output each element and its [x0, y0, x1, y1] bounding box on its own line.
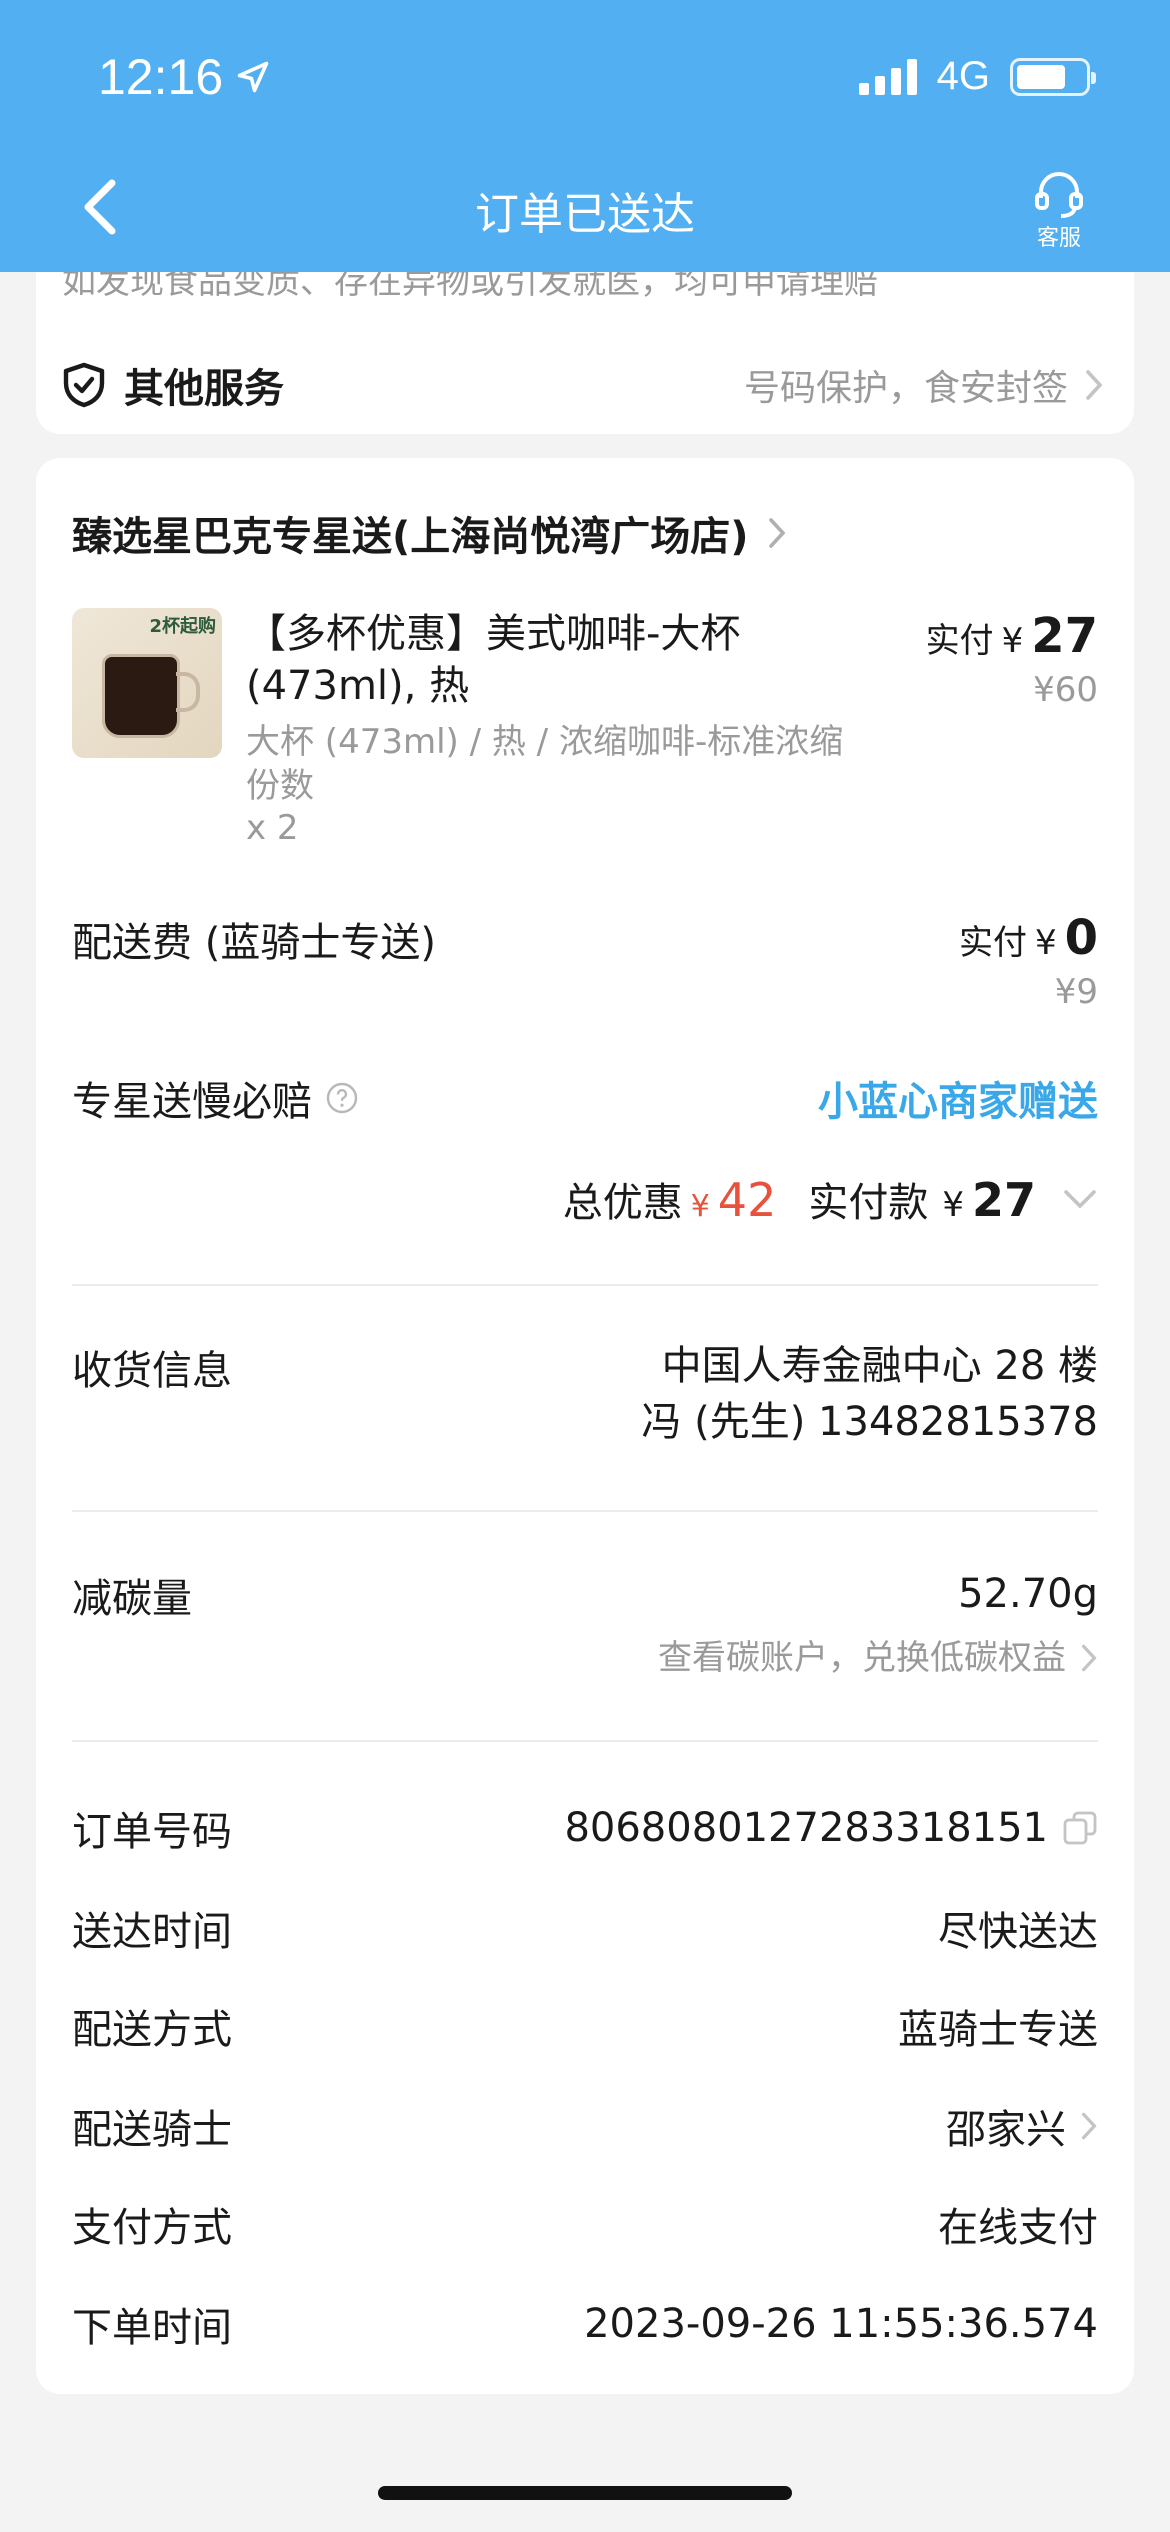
- delivery-fee-label: 配送费 (蓝骑士专送): [72, 920, 436, 966]
- chevron-right-icon: [768, 518, 786, 548]
- rider-row[interactable]: 配送骑士 邵家兴: [72, 2096, 1098, 2156]
- discount-label: 总优惠: [562, 1180, 683, 1226]
- actual-label: 实付款: [808, 1180, 929, 1226]
- order-card: 臻选星巴克专星送(上海尚悦湾广场店) 2杯起购 【多杯优惠】美式咖啡-大杯(47…: [36, 458, 1134, 2394]
- other-services-row[interactable]: 其他服务 号码保护，食安封签: [62, 350, 1104, 420]
- divider: [72, 1740, 1098, 1742]
- receiver-row: 收货信息 中国人寿金融中心 28 楼 冯 (先生) 13482815378: [72, 1338, 1098, 1448]
- carbon-account-text: 查看碳账户，兑换低碳权益: [658, 1638, 1066, 1678]
- paid-price: 27: [1031, 608, 1098, 664]
- location-arrow-icon: [237, 61, 269, 93]
- chevron-down-icon: [1064, 1190, 1096, 1209]
- discount-amount: 42: [717, 1173, 777, 1227]
- carbon-row: 减碳量 52.70g 查看碳账户，兑换低碳权益: [72, 1566, 1098, 1696]
- receiver-contact: 冯 (先生) 13482815378: [641, 1399, 1098, 1445]
- order-time-value: 2023-09-26 11:55:36.574: [584, 2301, 1098, 2347]
- other-services-detail: 号码保护，食安封签: [743, 368, 1068, 409]
- payment-method-label: 支付方式: [72, 2205, 232, 2251]
- payment-method-row: 支付方式 在线支付: [72, 2194, 1098, 2254]
- signal-icon: [858, 58, 917, 95]
- shield-check-icon: [63, 362, 105, 408]
- divider: [72, 1284, 1098, 1286]
- currency-symbol: ¥: [1001, 621, 1024, 661]
- rider-name: 邵家兴: [946, 2107, 1066, 2153]
- receiver-address: 中国人寿金融中心 28 楼: [661, 1343, 1098, 1389]
- chevron-right-icon: [1081, 1644, 1097, 1672]
- delivery-method-row: 配送方式 蓝骑士专送: [72, 1996, 1098, 2056]
- order-time-row: 下单时间 2023-09-26 11:55:36.574: [72, 2294, 1098, 2354]
- discount-currency: ¥: [690, 1189, 710, 1224]
- delivery-time-label: 送达时间: [72, 1909, 232, 1955]
- product-spec: 大杯 (473ml) / 热 / 浓缩咖啡-标准浓缩份数: [246, 722, 844, 806]
- order-number-row: 订单号码 8068080127283318151: [72, 1798, 1098, 1858]
- status-indicators: 4G: [858, 54, 1096, 99]
- help-icon[interactable]: [326, 1082, 358, 1114]
- original-price: ¥60: [1033, 670, 1098, 710]
- chevron-right-icon: [1081, 2112, 1097, 2140]
- payment-method-value: 在线支付: [938, 2205, 1098, 2251]
- battery-icon: [1010, 57, 1096, 96]
- product-image: 2杯起购: [72, 608, 222, 758]
- product-image-tag: 2杯起购: [149, 616, 216, 637]
- product-name: 【多杯优惠】美式咖啡-大杯(473ml), 热: [246, 611, 741, 709]
- copy-icon[interactable]: [1062, 1810, 1098, 1846]
- order-number-value: 8068080127283318151: [564, 1805, 1048, 1851]
- store-link[interactable]: 臻选星巴克专星送(上海尚悦湾广场店): [72, 504, 787, 562]
- product-item[interactable]: 2杯起购 【多杯优惠】美式咖啡-大杯(473ml), 热 大杯 (473ml) …: [72, 608, 1098, 858]
- actual-currency: ¥: [942, 1185, 964, 1225]
- delivery-fee-row: 配送费 (蓝骑士专送) 实付 ¥ 0 ¥9: [72, 910, 1098, 1030]
- headset-icon: [1035, 172, 1083, 218]
- delivery-method-value: 蓝骑士专送: [898, 2007, 1098, 2053]
- carbon-label: 减碳量: [72, 1576, 192, 1622]
- delivery-time-row: 送达时间 尽快送达: [72, 1898, 1098, 1958]
- delivery-time-value: 尽快送达: [938, 1909, 1098, 1955]
- delivery-fee-paid: 0: [1064, 910, 1098, 966]
- compensation-row: 专星送慢必赔 小蓝心商家赠送: [72, 1068, 1098, 1128]
- network-label: 4G: [936, 54, 990, 98]
- customer-service-button[interactable]: 客服: [1028, 170, 1090, 252]
- rider-label: 配送骑士: [72, 2107, 232, 2153]
- delivery-method-label: 配送方式: [72, 2007, 232, 2053]
- order-number-label: 订单号码: [72, 1809, 232, 1855]
- status-time: 12:16: [98, 48, 271, 106]
- actual-amount: 27: [971, 1173, 1036, 1227]
- delivery-fee-price: 实付 ¥ 0 ¥9: [959, 910, 1098, 1012]
- paid-label: 实付: [958, 923, 1027, 963]
- receiver-label: 收货信息: [72, 1348, 232, 1394]
- customer-service-label: 客服: [1036, 226, 1081, 251]
- delivery-fee-original: ¥9: [1054, 972, 1098, 1012]
- other-services-title: 其他服务: [124, 366, 284, 412]
- home-indicator[interactable]: [378, 2486, 792, 2500]
- totals-row[interactable]: 总优惠 ¥ 42 实付款 ¥ 27: [563, 1170, 1098, 1228]
- header-bar: 12:16 4G 订单已送达 客服: [0, 0, 1170, 272]
- carbon-value: 52.70g: [958, 1571, 1098, 1617]
- page-title: 订单已送达: [475, 189, 695, 240]
- product-price: 实付 ¥ 27 ¥60: [926, 608, 1098, 710]
- paid-label: 实付: [925, 621, 994, 661]
- store-name: 臻选星巴克专星送(上海尚悦湾广场店): [72, 514, 749, 560]
- currency-symbol: ¥: [1034, 923, 1057, 963]
- compensation-value: 小蓝心商家赠送: [818, 1079, 1098, 1125]
- product-quantity: x 2: [246, 808, 299, 848]
- divider: [72, 1510, 1098, 1512]
- order-time-label: 下单时间: [72, 2305, 232, 2351]
- clock-text: 12:16: [98, 49, 224, 105]
- chevron-right-icon: [1086, 370, 1103, 400]
- carbon-account-link[interactable]: 查看碳账户，兑换低碳权益: [658, 1630, 1098, 1686]
- compensation-label: 专星送慢必赔: [72, 1079, 312, 1125]
